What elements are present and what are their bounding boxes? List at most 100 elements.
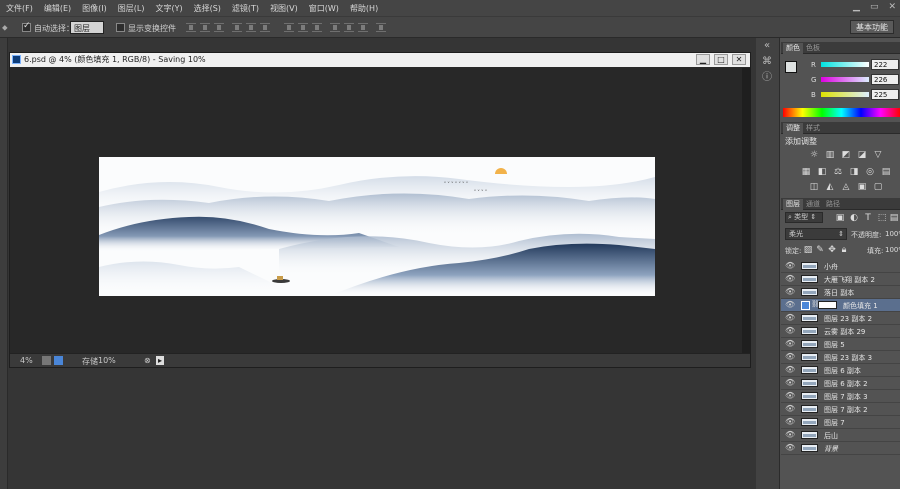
opacity-value[interactable]: 100%	[885, 230, 900, 238]
tab-swatches[interactable]: 色板	[803, 43, 823, 53]
layer-row[interactable]: 👁︎ 背景	[781, 442, 900, 455]
align-left-icon[interactable]	[232, 23, 242, 32]
menu-item[interactable]: 图层(L)	[118, 3, 145, 14]
layer-row[interactable]: 👁︎ 图层 23 副本 2	[781, 312, 900, 325]
menu-item[interactable]: 编辑(E)	[44, 3, 71, 14]
color-balance-icon[interactable]: ⚖	[833, 167, 843, 177]
distribute-right-icon[interactable]	[358, 23, 368, 32]
layer-row[interactable]: 👁︎ 图层 23 副本 3	[781, 351, 900, 364]
menu-item[interactable]: 图像(I)	[82, 3, 107, 14]
g-slider[interactable]	[821, 77, 869, 82]
menu-item[interactable]: 视图(V)	[270, 3, 298, 14]
tab-layers[interactable]: 图层	[783, 199, 803, 210]
channel-mixer-icon[interactable]: ▤	[881, 167, 891, 177]
doc-minimize-icon[interactable]: ▁	[696, 54, 710, 65]
layer-row[interactable]: 👁︎ 图层 6 副本 2	[781, 377, 900, 390]
brightness-icon[interactable]: ☼	[809, 150, 819, 160]
filter-type-icon[interactable]: T	[863, 213, 873, 223]
doc-close-icon[interactable]: ✕	[732, 54, 746, 65]
minimize-icon[interactable]: ▁	[853, 2, 860, 12]
layer-row[interactable]: 👁︎ 云雾 副本 29	[781, 325, 900, 338]
visibility-eye-icon[interactable]: 👁︎	[785, 365, 795, 374]
lock-pixels-icon[interactable]: ▨	[803, 245, 813, 255]
layer-row[interactable]: 👁︎ ⛓ 颜色填充 1	[781, 299, 900, 312]
menu-item[interactable]: 文字(Y)	[155, 3, 182, 14]
visibility-eye-icon[interactable]: 👁︎	[785, 313, 795, 322]
layer-row[interactable]: 👁︎ 大雁飞翔 副本 2	[781, 273, 900, 286]
mask-thumb[interactable]	[818, 301, 837, 309]
filter-shape-icon[interactable]: ⬚	[877, 213, 887, 223]
invert-icon[interactable]: ◫	[809, 182, 819, 192]
g-value[interactable]: 226	[871, 74, 899, 85]
tab-adjustments[interactable]: 调整	[783, 123, 803, 134]
visibility-eye-icon[interactable]: 👁︎	[785, 417, 795, 426]
selective-color-icon[interactable]: ▣	[857, 182, 867, 192]
visibility-eye-icon[interactable]: 👁︎	[785, 339, 795, 348]
align-vcenter-icon[interactable]	[200, 23, 210, 32]
blend-mode-dropdown[interactable]: 柔光 ⇕	[785, 228, 847, 240]
layer-row[interactable]: 👁︎ 后山	[781, 429, 900, 442]
tools-panel-edge[interactable]	[0, 38, 8, 489]
visibility-eye-icon[interactable]: 👁︎	[785, 404, 795, 413]
auto-align-icon[interactable]	[376, 23, 386, 32]
restore-icon[interactable]: ▭	[870, 2, 879, 12]
align-hcenter-icon[interactable]	[246, 23, 256, 32]
menu-item[interactable]: 窗口(W)	[309, 3, 339, 14]
status-menu-arrow-icon[interactable]: ▸	[156, 356, 164, 365]
levels-icon[interactable]: ▥	[825, 150, 835, 160]
gradient-icon[interactable]: ▽	[873, 150, 883, 160]
show-transform-checkbox[interactable]	[116, 23, 125, 32]
collapse-icon[interactable]: «	[761, 40, 773, 52]
lock-move-icon[interactable]: ✥	[827, 245, 837, 255]
auto-select-dropdown[interactable]: 图层	[70, 21, 104, 34]
layer-row[interactable]: 👁︎ 图层 7 副本 3	[781, 390, 900, 403]
layer-row[interactable]: 👁︎ 图层 7 副本 2	[781, 403, 900, 416]
workspace-button[interactable]: 基本功能	[850, 20, 894, 34]
close-icon[interactable]: ✕	[888, 2, 896, 12]
r-slider[interactable]	[821, 62, 869, 67]
b-slider[interactable]	[821, 92, 869, 97]
align-right-icon[interactable]	[260, 23, 270, 32]
vibrance-icon[interactable]: ▦	[801, 167, 811, 177]
move-tool-icon[interactable]: ⬥	[2, 23, 8, 33]
threshold-icon[interactable]: ◬	[841, 182, 851, 192]
distribute-vcenter-icon[interactable]	[298, 23, 308, 32]
doc-maximize-icon[interactable]: □	[714, 54, 728, 65]
lock-all-icon[interactable]: 🔒︎	[839, 245, 849, 255]
auto-select-checkbox[interactable]	[22, 21, 31, 32]
curves-icon[interactable]: ◩	[841, 150, 851, 160]
artwork-canvas[interactable]: ᵛ ᵛ ᵛ ᵛ ᵛ ᵛ ᵛ ᵛ ᵛ ᵛ ᵛ	[99, 157, 655, 296]
layer-row[interactable]: 👁︎ 小舟	[781, 260, 900, 273]
filter-pixel-icon[interactable]: ▣	[835, 213, 845, 223]
vertical-scrollbar[interactable]	[742, 68, 750, 354]
hue-icon[interactable]: ◧	[817, 167, 827, 177]
menu-item[interactable]: 滤镜(T)	[232, 3, 259, 14]
visibility-eye-icon[interactable]: 👁︎	[785, 287, 795, 296]
posterize-icon[interactable]: ◭	[825, 182, 835, 192]
tab-paths[interactable]: 路径	[823, 199, 843, 209]
distribute-bottom-icon[interactable]	[312, 23, 322, 32]
layer-row[interactable]: 👁︎ 图层 7	[781, 416, 900, 429]
foreground-swatch[interactable]	[785, 61, 797, 73]
distribute-top-icon[interactable]	[284, 23, 294, 32]
align-top-icon[interactable]	[186, 23, 196, 32]
visibility-eye-icon[interactable]: 👁︎	[785, 443, 795, 452]
visibility-eye-icon[interactable]: 👁︎	[785, 326, 795, 335]
filter-adjust-icon[interactable]: ◐	[849, 213, 859, 223]
exposure-icon[interactable]: ◪	[857, 150, 867, 160]
canvas-area[interactable]: ᵛ ᵛ ᵛ ᵛ ᵛ ᵛ ᵛ ᵛ ᵛ ᵛ ᵛ	[11, 68, 741, 353]
menu-item[interactable]: 帮助(H)	[350, 3, 378, 14]
filter-smart-icon[interactable]: ▤	[889, 213, 899, 223]
align-bottom-icon[interactable]	[214, 23, 224, 32]
visibility-eye-icon[interactable]: 👁︎	[785, 352, 795, 361]
distribute-hcenter-icon[interactable]	[344, 23, 354, 32]
layer-row[interactable]: 👁︎ 图层 5	[781, 338, 900, 351]
menu-item[interactable]: 选择(S)	[194, 3, 221, 14]
lock-paint-icon[interactable]: ✎	[815, 245, 825, 255]
layer-row[interactable]: 👁︎ 落日 副本	[781, 286, 900, 299]
layer-filter-dropdown[interactable]: ⌕ 类型 ⇕	[785, 212, 823, 223]
history-icon[interactable]: ⌘	[761, 56, 773, 68]
visibility-eye-icon[interactable]: 👁︎	[785, 430, 795, 439]
document-title-bar[interactable]: 6.psd @ 4% (颜色填充 1, RGB/8) - Saving 10% …	[10, 53, 750, 67]
visibility-eye-icon[interactable]: 👁︎	[785, 391, 795, 400]
